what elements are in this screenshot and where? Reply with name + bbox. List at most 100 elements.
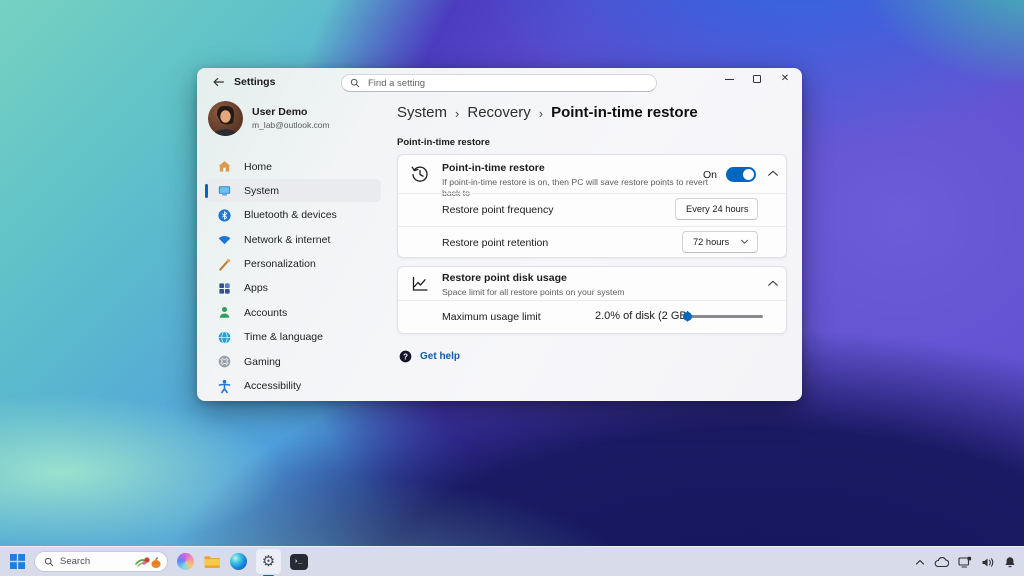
wifi-icon [217, 232, 232, 247]
settings-search[interactable] [341, 74, 657, 92]
breadcrumb-current: Point-in-time restore [551, 104, 698, 121]
sidebar-item-network-internet[interactable]: Network & internet [205, 228, 381, 251]
sidebar-item-time-language[interactable]: Time & language [205, 326, 381, 349]
sidebar-item-accounts[interactable]: Accounts [205, 301, 381, 324]
profile-text: User Demo m_lab@outlook.com [252, 106, 330, 130]
user-profile[interactable]: User Demo m_lab@outlook.com [208, 101, 330, 136]
apps-icon [217, 281, 232, 296]
window-title: Settings [234, 76, 275, 88]
slider-thumb[interactable] [683, 312, 692, 321]
settings-window: Settings ✕ [197, 68, 802, 401]
start-button[interactable] [10, 554, 25, 569]
restore-title: Point-in-time restore [442, 162, 712, 176]
sidebar-item-accessibility[interactable]: Accessibility [205, 375, 381, 398]
sidebar-item-home[interactable]: Home [205, 155, 381, 178]
windows-logo-icon [10, 554, 25, 569]
search-icon [44, 557, 54, 567]
chevron-down-icon [740, 239, 749, 245]
chart-icon [410, 274, 430, 294]
breadcrumb: System › Recovery › Point-in-time restor… [397, 104, 698, 121]
system-icon [217, 183, 232, 198]
home-icon [217, 159, 232, 174]
copilot-icon [177, 553, 194, 570]
taskbar-search[interactable]: Search [34, 551, 168, 572]
restore-description: If point-in-time restore is on, then PC … [442, 177, 712, 200]
edge-button[interactable] [230, 553, 247, 570]
frequency-dropdown[interactable]: Every 24 hours [675, 198, 758, 220]
get-help-label: Get help [420, 351, 460, 362]
minimize-button[interactable] [715, 68, 743, 90]
disk-usage-card: Restore point disk usage Space limit for… [397, 266, 787, 334]
help-icon: ? [399, 350, 412, 363]
section-label: Point-in-time restore [397, 137, 490, 148]
maximize-button[interactable] [743, 68, 771, 90]
slider-track[interactable] [688, 315, 763, 318]
frequency-value: Every 24 hours [686, 204, 749, 214]
chevron-up-icon[interactable] [767, 169, 779, 178]
chevron-up-icon[interactable] [767, 279, 779, 288]
retention-label: Restore point retention [442, 237, 548, 249]
avatar [208, 101, 243, 136]
sidebar-item-label: Accounts [244, 307, 287, 319]
get-help-link[interactable]: ? Get help [399, 350, 460, 363]
svg-text:?: ? [403, 352, 408, 361]
sidebar-item-label: Network & internet [244, 234, 330, 246]
search-icon [350, 78, 360, 88]
folder-icon [203, 554, 221, 570]
disk-usage-description: Space limit for all restore points on yo… [442, 287, 732, 298]
network-icon[interactable] [958, 556, 972, 568]
restore-toggle[interactable] [726, 167, 756, 182]
breadcrumb-separator: › [539, 105, 543, 121]
breadcrumb-separator: › [455, 105, 459, 121]
desktop: Settings ✕ [0, 0, 1024, 576]
breadcrumb-recovery[interactable]: Recovery [467, 104, 530, 121]
notification-bell-icon[interactable] [1004, 556, 1016, 568]
breadcrumb-system[interactable]: System [397, 104, 447, 121]
onedrive-cloud-icon[interactable] [934, 557, 949, 568]
edge-icon [230, 553, 247, 570]
close-button[interactable]: ✕ [771, 68, 799, 90]
taskbar: Search ⚙ ›_ [0, 546, 1024, 576]
accounts-icon [217, 305, 232, 320]
sidebar-item-system[interactable]: System [205, 179, 381, 202]
tray-chevron-up-icon[interactable] [915, 558, 925, 566]
sidebar-item-label: Bluetooth & devices [244, 209, 337, 221]
sidebar-item-label: Apps [244, 282, 268, 294]
brush-icon [217, 257, 232, 272]
taskbar-search-label: Search [60, 556, 128, 567]
terminal-button[interactable]: ›_ [290, 554, 308, 570]
profile-email: m_lab@outlook.com [252, 120, 330, 131]
sidebar-item-personalization[interactable]: Personalization [205, 253, 381, 276]
sidebar-item-bluetooth-devices[interactable]: Bluetooth & devices [205, 204, 381, 227]
minimize-icon [725, 79, 734, 80]
search-highlight-image [134, 554, 164, 570]
usage-slider[interactable] [683, 312, 763, 321]
settings-taskbar-button[interactable]: ⚙ [256, 549, 281, 574]
sidebar-item-label: Home [244, 161, 272, 173]
terminal-icon: ›_ [290, 554, 308, 570]
system-tray [915, 547, 1016, 576]
xbox-icon [217, 354, 232, 369]
bluetooth-icon [217, 208, 232, 223]
maximize-icon [753, 75, 761, 83]
find-setting-input[interactable] [366, 77, 648, 90]
sidebar-item-label: Accessibility [244, 380, 301, 392]
frequency-label: Restore point frequency [442, 204, 553, 216]
sidebar-item-label: System [244, 185, 279, 197]
max-usage-value: 2.0% of disk (2 GB) [595, 310, 690, 322]
back-button[interactable] [206, 72, 230, 92]
file-explorer-button[interactable] [203, 554, 221, 570]
toggle-state-label: On [703, 169, 717, 181]
close-icon: ✕ [781, 74, 789, 84]
back-arrow-icon [212, 76, 225, 88]
history-icon [410, 164, 430, 184]
disk-usage-title: Restore point disk usage [442, 272, 732, 286]
copilot-button[interactable] [177, 553, 194, 570]
profile-name: User Demo [252, 106, 330, 119]
sidebar-nav: Home System Bluetooth & devices [205, 155, 381, 399]
volume-icon[interactable] [981, 557, 995, 568]
retention-dropdown[interactable]: 72 hours [682, 231, 758, 253]
toggle-knob [743, 169, 754, 180]
sidebar-item-gaming[interactable]: Gaming [205, 350, 381, 373]
sidebar-item-apps[interactable]: Apps [205, 277, 381, 300]
